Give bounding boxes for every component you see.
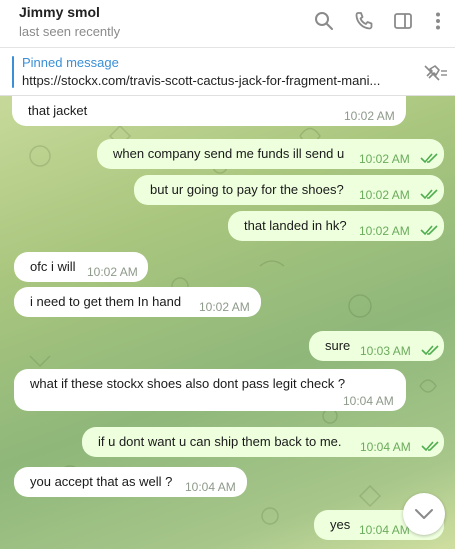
message-outgoing[interactable]: when company send me funds ill send u 10… (97, 139, 444, 169)
pinned-indicator (12, 56, 14, 88)
message-text: what if these stockx shoes also dont pas… (30, 376, 346, 391)
message-outgoing[interactable]: if u dont want u can ship them back to m… (82, 427, 444, 457)
message-text: yes (330, 517, 351, 532)
phone-icon[interactable] (353, 10, 375, 32)
message-outgoing[interactable]: but ur going to pay for the shoes? 10:02… (134, 175, 444, 205)
message-text: but ur going to pay for the shoes? (150, 182, 344, 197)
pinned-title: Pinned message (22, 55, 119, 70)
pinned-text[interactable]: https://stockx.com/travis-scott-cactus-j… (22, 73, 402, 88)
message-time: 10:02 AM (359, 152, 410, 166)
message-text: if u dont want u can ship them back to m… (98, 434, 342, 449)
message-incoming[interactable]: that jacket 10:02 AM (12, 96, 406, 126)
message-time: 10:02 AM (359, 224, 410, 238)
message-time: 10:02 AM (359, 188, 410, 202)
message-incoming[interactable]: ofc i will 10:02 AM (14, 252, 148, 282)
message-text: when company send me funds ill send u (113, 146, 345, 161)
message-time: 10:04 AM (343, 394, 394, 408)
message-text: ofc i will (30, 259, 76, 274)
chat-messages-area[interactable]: that jacket 10:02 AM when company send m… (0, 96, 455, 549)
message-text: sure (325, 338, 351, 353)
chat-header: Jimmy smol last seen recently (0, 0, 455, 48)
message-time: 10:03 AM (360, 344, 411, 358)
search-icon[interactable] (313, 10, 335, 32)
pinned-message-bar[interactable]: Pinned message https://stockx.com/travis… (0, 48, 455, 96)
scroll-to-bottom-button[interactable] (403, 493, 445, 535)
message-outgoing[interactable]: that landed in hk? 10:02 AM (228, 211, 444, 241)
read-check-icon (421, 440, 439, 452)
message-incoming[interactable]: i need to get them In hand 10:02 AM (14, 287, 261, 317)
message-incoming[interactable]: you accept that as well ? 10:04 AM (14, 467, 247, 497)
read-check-icon (420, 224, 438, 236)
message-text: that landed in hk? (244, 218, 347, 233)
message-outgoing[interactable]: sure 10:03 AM (309, 331, 444, 361)
more-icon[interactable] (427, 10, 449, 32)
chat-title[interactable]: Jimmy smol (19, 4, 100, 20)
message-time: 10:02 AM (87, 265, 138, 279)
unpin-icon[interactable] (421, 62, 449, 82)
message-time: 10:04 AM (359, 523, 410, 537)
message-incoming[interactable]: what if these stockx shoes also dont pas… (14, 369, 406, 411)
message-time: 10:02 AM (199, 300, 250, 314)
message-time: 10:04 AM (360, 440, 411, 454)
message-text: you accept that as well ? (30, 474, 173, 489)
message-time: 10:04 AM (185, 480, 236, 494)
read-check-icon (420, 152, 438, 164)
message-text: that jacket (28, 103, 88, 118)
chevron-down-icon (415, 509, 433, 519)
sidebar-icon[interactable] (392, 10, 414, 32)
message-text: i need to get them In hand (30, 294, 182, 309)
read-check-icon (420, 188, 438, 200)
chat-status: last seen recently (19, 24, 121, 39)
read-check-icon (421, 344, 439, 356)
message-time: 10:02 AM (344, 109, 395, 123)
